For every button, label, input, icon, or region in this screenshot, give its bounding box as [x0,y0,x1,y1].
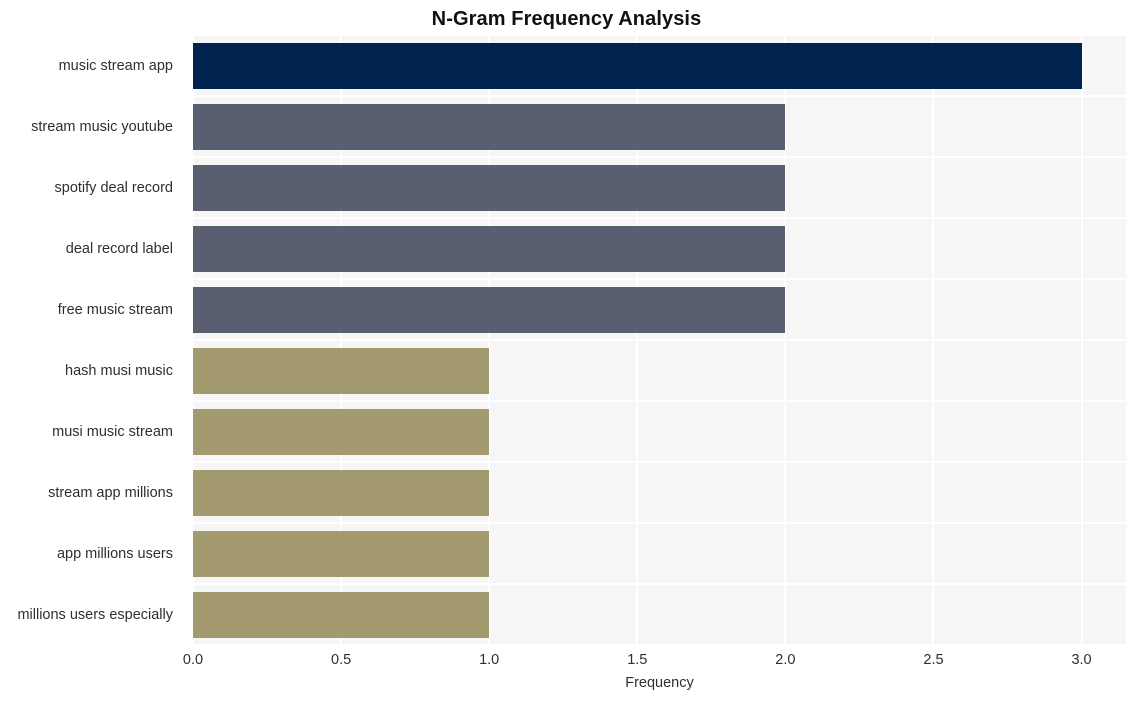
bar [193,103,786,150]
gridline-horizontal [193,156,1126,158]
gridline-horizontal [193,522,1126,524]
x-axis-tick-label: 2.5 [923,652,944,668]
gridline-horizontal [193,35,1126,36]
x-axis-tick-label: 3.0 [1071,652,1092,668]
gridline-horizontal [193,217,1126,219]
gridline-horizontal [193,400,1126,402]
x-axis-tick-label: 2.0 [775,652,796,668]
y-axis-tick-label: millions users especially [17,606,173,623]
bar [193,591,490,638]
bar [193,469,490,516]
y-axis-tick-label: musi music stream [52,423,173,440]
x-axis-tick-label: 0.5 [331,652,352,668]
bar [193,347,490,394]
x-axis-tick-label: 1.0 [479,652,500,668]
gridline-horizontal [193,461,1126,463]
x-axis-tick-label: 0.0 [182,652,204,668]
x-axis-tick-labels: 0.0 0.5 1.0 1.5 2.0 2.5 3.0 [0,650,1133,672]
bar [193,42,1082,89]
gridline-horizontal [193,583,1126,585]
bar [193,164,786,211]
chart-title: N-Gram Frequency Analysis [431,8,702,30]
gridline-horizontal [193,95,1126,97]
gridline-horizontal [193,278,1126,280]
bar [193,408,490,455]
plot-area [193,35,1126,645]
y-axis-tick-label: stream music youtube [31,118,173,135]
y-axis-tick-label: stream app millions [48,484,173,501]
x-axis-title: Frequency [625,675,694,691]
y-axis-tick-label: app millions users [56,545,173,562]
y-axis-tick-label: free music stream [57,301,173,318]
x-axis-tick-label: 1.5 [627,652,648,668]
y-axis-tick-label: hash musi music [65,362,173,379]
y-axis-tick-label: spotify deal record [54,179,173,196]
y-axis-tick-label: music stream app [58,57,173,74]
gridline-horizontal [193,644,1126,645]
bar [193,225,786,272]
gridline-horizontal [193,339,1126,341]
ngram-frequency-chart: N-Gram Frequency Analysis music stream a… [0,0,1133,701]
bar [193,286,786,333]
y-axis-tick-labels: music stream app stream music youtube spot… [0,35,183,645]
bar [193,530,490,577]
y-axis-tick-label: deal record label [65,240,173,257]
